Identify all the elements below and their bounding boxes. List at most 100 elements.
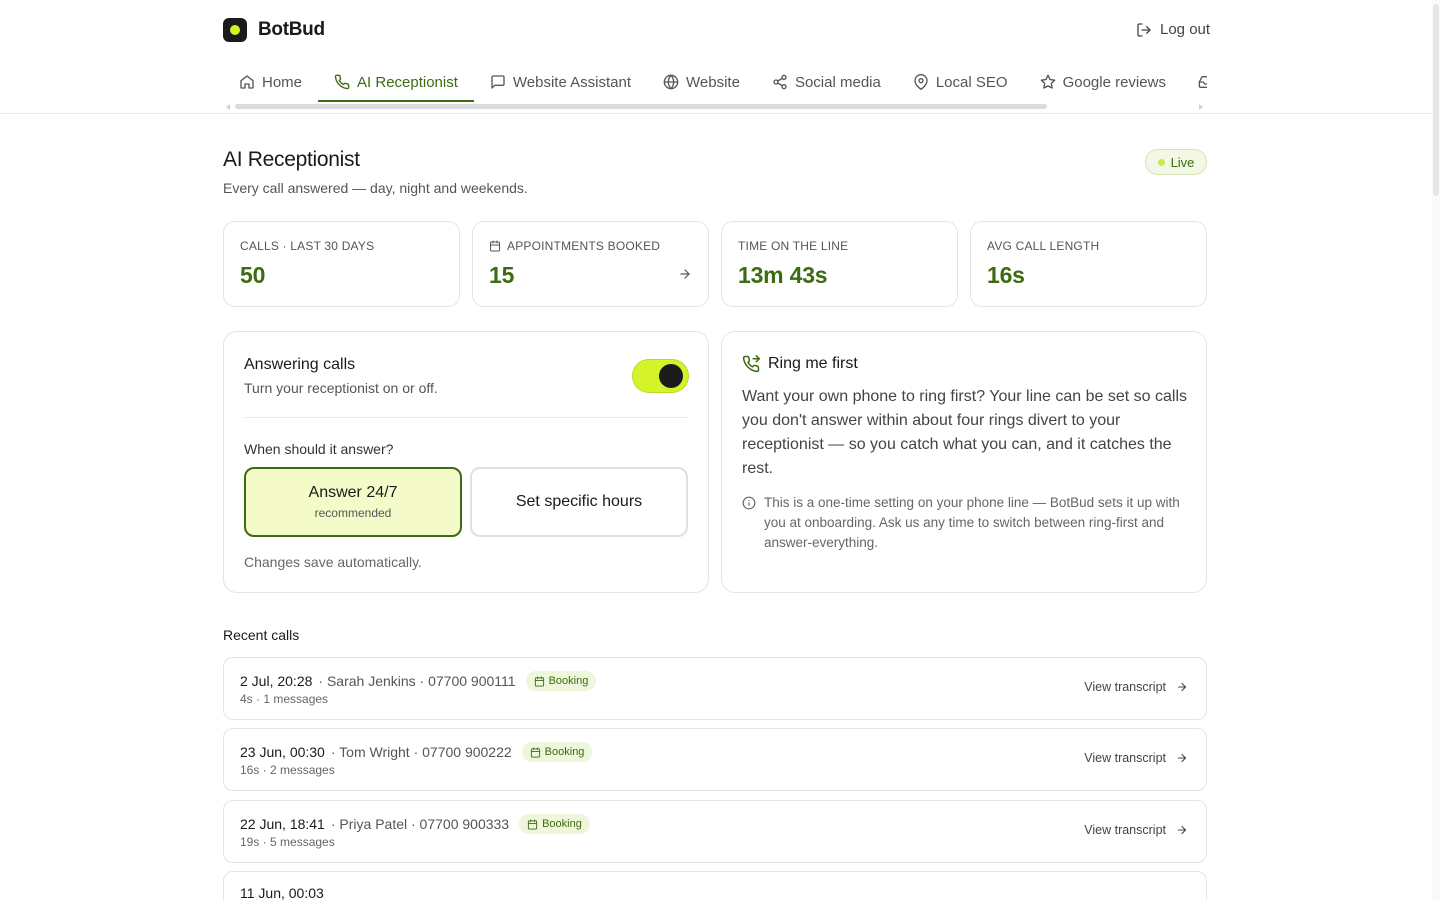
call-row[interactable]: 22 Jun, 18:41 · Priya Patel · 07700 9003… [223, 800, 1207, 863]
divider [244, 417, 688, 418]
call-caller: · Sarah Jenkins · 07700 900111 [318, 673, 516, 689]
answering-title: Answering calls [244, 356, 356, 373]
call-caller: · Priya Patel · 07700 900333 [330, 816, 510, 832]
stat-value: 50 [240, 262, 266, 288]
answering-toggle[interactable] [632, 359, 689, 393]
brand[interactable]: BotBud [223, 18, 325, 42]
call-caller: · Tom Wright · 07700 900222 [330, 744, 512, 760]
calendar-icon [530, 746, 540, 758]
option-label: Set specific hours [515, 493, 643, 510]
stat-label: TIME ON THE LINE [738, 239, 849, 253]
specific-hours-option[interactable]: Set specific hours [470, 467, 688, 537]
call-summary: 2 Jul, 20:28 · Sarah Jenkins · 07700 900… [240, 671, 597, 691]
call-summary: 11 Jun, 00:03 [240, 885, 324, 900]
home-icon [240, 75, 254, 89]
logout-icon [1137, 22, 1151, 37]
stat-label: CALLS · LAST 30 DAYS [240, 239, 375, 253]
nav-scrollbar[interactable] [235, 104, 1047, 109]
call-row[interactable]: 11 Jun, 00:03 [223, 871, 1207, 900]
globe-icon [663, 74, 679, 90]
ring-first-title: Ring me first [768, 355, 858, 372]
call-time: 2 Jul, 20:28 [240, 673, 313, 689]
call-time: 22 Jun, 18:41 [240, 816, 325, 832]
brand-logo-icon [223, 18, 247, 42]
stat-card-time-on-line: TIME ON THE LINE 13m 43s [721, 221, 958, 307]
star-icon [1040, 74, 1055, 89]
transcript-label: View transcript [1084, 680, 1166, 694]
call-row[interactable]: 23 Jun, 00:30 · Tom Wright · 07700 90022… [223, 728, 1207, 791]
call-row[interactable]: 2 Jul, 20:28 · Sarah Jenkins · 07700 900… [223, 657, 1207, 720]
calendar-icon [534, 675, 544, 687]
ring-first-body: Want your own phone to ring first? Your … [742, 388, 1187, 477]
stat-value: 13m 43s [738, 262, 828, 288]
stat-value: 16s [987, 262, 1025, 288]
tab-home[interactable]: Home [223, 62, 318, 102]
when-label: When should it answer? [244, 441, 394, 457]
nav-scroll-left-icon[interactable] [226, 104, 230, 110]
page-scrollbar-thumb[interactable] [1433, 4, 1439, 196]
stat-card-appointments[interactable]: APPOINTMENTS BOOKED 15 [472, 221, 709, 307]
phone-icon [334, 74, 350, 90]
tab-local-seo[interactable]: Local SEO [897, 62, 1024, 102]
tab-label: AI Receptionist [357, 73, 458, 91]
info-icon [742, 496, 756, 510]
recent-calls-title: Recent calls [223, 627, 300, 643]
calendar-icon [528, 818, 538, 830]
option-sublabel: recommended [314, 506, 392, 520]
booking-tag: Booking [521, 742, 593, 762]
call-time: 11 Jun, 00:03 [240, 885, 324, 900]
arrow-right-icon [1177, 682, 1187, 692]
page-title: AI Receptionist [223, 148, 360, 171]
view-transcript-link[interactable]: View transcript [1084, 680, 1188, 694]
tab-label: Website Assistant [512, 73, 632, 91]
answering-calls-card: Answering calls Turn your receptionist o… [223, 331, 709, 593]
option-label: Answer 24/7 [308, 484, 398, 501]
call-summary: 23 Jun, 00:30 · Tom Wright · 07700 90022… [240, 742, 593, 762]
tab-inbox[interactable] [1182, 62, 1207, 102]
ring-me-first-card: Ring me first Want your own phone to rin… [721, 331, 1207, 593]
tab-social-media[interactable]: Social media [756, 62, 897, 102]
logout-label: Log out [1160, 21, 1211, 38]
transcript-label: View transcript [1084, 751, 1166, 765]
view-transcript-link[interactable]: View transcript [1084, 823, 1188, 837]
chat-icon [491, 75, 505, 89]
answer-24-7-option[interactable]: Answer 24/7 recommended [244, 467, 462, 537]
phone-forward-icon [742, 355, 760, 373]
tab-website-assistant[interactable]: Website Assistant [474, 62, 647, 102]
stat-label: APPOINTMENTS BOOKED [489, 239, 692, 253]
tab-label: Google reviews [1062, 73, 1166, 91]
tab-ai-receptionist[interactable]: AI Receptionist [318, 62, 474, 102]
tab-label: Local SEO [935, 73, 1008, 91]
call-detail: 16s · 2 messages [240, 763, 335, 777]
stat-card-calls: CALLS · LAST 30 DAYS 50 [223, 221, 460, 307]
live-dot-icon [1157, 158, 1165, 166]
main-nav: Home AI Receptionist Website Assistant W… [223, 62, 1207, 102]
tab-label: Home [262, 73, 303, 91]
ring-first-heading: Ring me first [742, 355, 858, 373]
logout-button[interactable]: Log out [1136, 21, 1210, 38]
map-pin-icon [914, 74, 928, 90]
brand-name: BotBud [258, 19, 325, 40]
booking-tag: Booking [525, 671, 597, 691]
stat-card-avg-call-length: AVG CALL LENGTH 16s [970, 221, 1207, 307]
status-label: Live [1170, 154, 1195, 170]
arrow-right-icon[interactable] [678, 267, 692, 281]
call-time: 23 Jun, 00:30 [240, 744, 325, 760]
toggle-knob [659, 364, 683, 388]
stat-label: AVG CALL LENGTH [987, 239, 1100, 253]
tab-google-reviews[interactable]: Google reviews [1024, 62, 1182, 102]
nav-divider [0, 113, 1432, 114]
ring-first-note-text: This is a one-time setting on your phone… [764, 495, 1180, 550]
tab-label: Website [686, 73, 740, 91]
nav-scroll-right-icon[interactable] [1199, 104, 1203, 110]
booking-tag: Booking [519, 814, 590, 834]
status-badge: Live [1145, 149, 1207, 175]
page-subtitle: Every call answered — day, night and wee… [223, 180, 528, 196]
answering-subtitle: Turn your receptionist on or off. [244, 380, 438, 396]
view-transcript-link[interactable]: View transcript [1084, 751, 1188, 765]
call-detail: 19s · 5 messages [240, 835, 335, 849]
inbox-icon [1198, 76, 1207, 88]
stat-value: 15 [489, 262, 515, 288]
transcript-label: View transcript [1084, 823, 1166, 837]
tab-website[interactable]: Website [647, 62, 756, 102]
